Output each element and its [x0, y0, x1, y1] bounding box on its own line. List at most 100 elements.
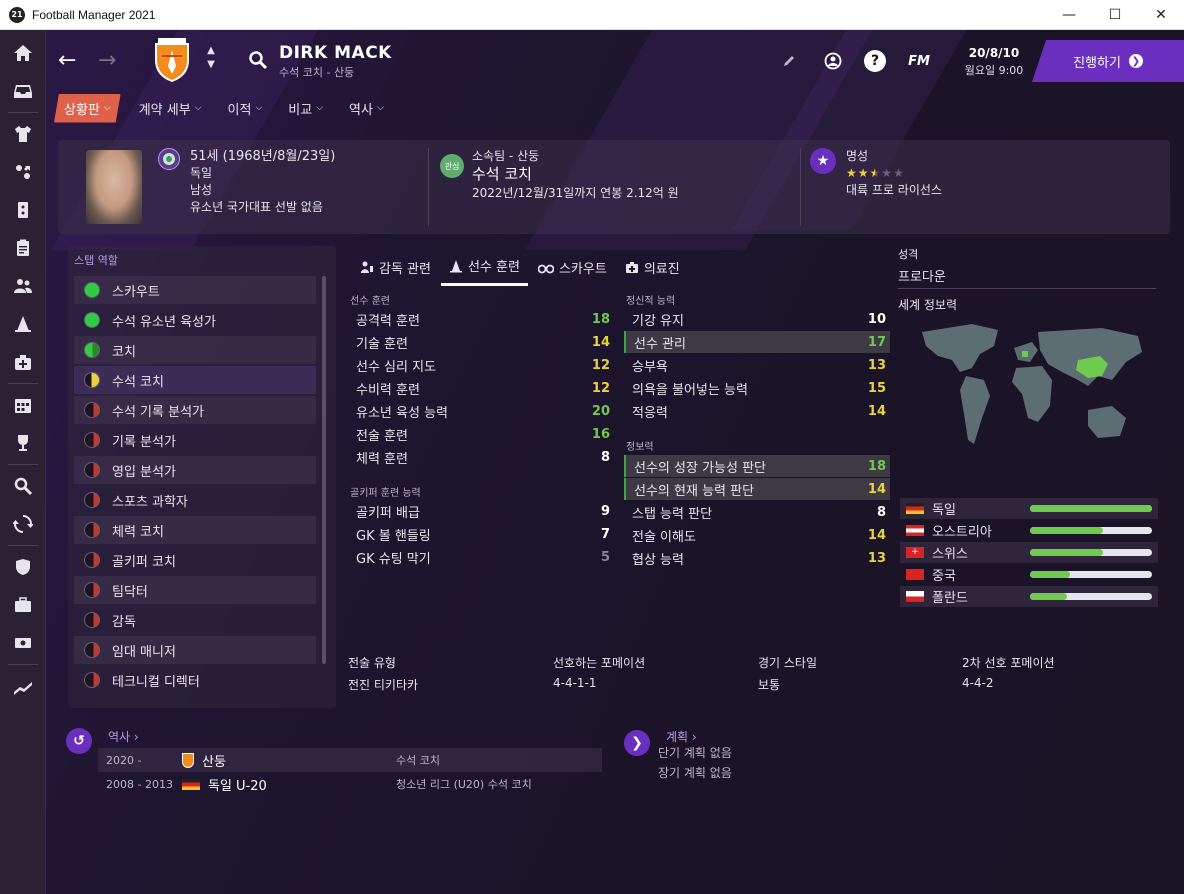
tactics-board-icon[interactable]: [0, 191, 46, 229]
scouting-search-icon[interactable]: [0, 467, 46, 505]
attribute-row[interactable]: 공격력 훈련 18: [348, 308, 614, 330]
minimize-button[interactable]: —: [1046, 0, 1092, 30]
attribute-row[interactable]: 전술 훈련 16: [348, 423, 614, 445]
close-button[interactable]: ✕: [1138, 0, 1184, 30]
attribute-row[interactable]: 수비력 훈련 12: [348, 377, 614, 399]
role-row[interactable]: 수석 기록 분석가: [74, 396, 316, 424]
staff-people-icon[interactable]: [0, 267, 46, 305]
switch-person-arrows-icon[interactable]: ▲ ▼: [204, 44, 218, 72]
attribute-row[interactable]: 골키퍼 배급 9: [348, 500, 614, 522]
attribute-row[interactable]: 체력 훈련 8: [348, 446, 614, 468]
dynamics-icon[interactable]: [0, 153, 46, 191]
nation-name: 오스트리아: [932, 525, 992, 540]
subnav-transfer[interactable]: 이적 ⌵: [220, 95, 271, 122]
attribute-row[interactable]: 협상 능력 13: [624, 547, 890, 569]
attribute-value: 12: [591, 380, 610, 396]
role-row[interactable]: 임대 매니저: [74, 636, 316, 664]
attribute-label: 공격력 훈련: [356, 313, 420, 329]
search-icon[interactable]: [248, 50, 268, 70]
nation-name: 폴란드: [932, 591, 968, 606]
subnav-history[interactable]: 역사 ⌵: [341, 95, 392, 122]
role-suitability-dot: [84, 432, 100, 448]
subnav-contract[interactable]: 계약 세부 ⌵: [131, 95, 210, 122]
maximize-button[interactable]: ☐: [1092, 0, 1138, 30]
tactic-style-label: 전술 유형: [348, 656, 396, 670]
role-row[interactable]: 기록 분석가: [74, 426, 316, 454]
long-term-plan: 장기 계획 없음: [658, 766, 732, 780]
role-row[interactable]: 체력 코치: [74, 516, 316, 544]
squad-shirt-icon[interactable]: [0, 115, 46, 153]
attribute-row[interactable]: 기술 훈련 14: [348, 331, 614, 353]
attribute-row[interactable]: 스탭 능력 판단 8: [624, 501, 890, 523]
history-row[interactable]: 2020 - 산둥 수석 코치: [98, 748, 602, 772]
data-hub-chart-icon[interactable]: [0, 667, 46, 705]
role-row[interactable]: 골키퍼 코치: [74, 546, 316, 574]
attribute-row[interactable]: 선수 관리 17: [624, 331, 890, 353]
role-row[interactable]: 수석 코치: [74, 366, 316, 394]
short-term-plan: 단기 계획 없음: [658, 746, 732, 760]
tab-training[interactable]: 선수 훈련: [440, 252, 528, 286]
role-label: 기록 분석가: [112, 434, 176, 450]
medical-icon[interactable]: [0, 343, 46, 381]
tab-scouting[interactable]: 스카우트: [530, 252, 615, 286]
role-row[interactable]: 스카우트: [74, 276, 316, 304]
nation-row[interactable]: 독일: [900, 498, 1158, 519]
fm-menu-icon[interactable]: FM: [906, 50, 932, 72]
role-label: 수석 코치: [112, 374, 164, 390]
inbox-icon[interactable]: [0, 72, 46, 110]
dev-centre-icon[interactable]: [0, 624, 46, 662]
subnav-overview[interactable]: 상황판 ⌵: [54, 94, 121, 123]
role-row[interactable]: 코치: [74, 336, 316, 364]
history-icon[interactable]: ↺: [66, 728, 92, 754]
continue-button[interactable]: 진행하기 ❯: [1032, 40, 1184, 82]
subnav-compare[interactable]: 비교 ⌵: [280, 95, 331, 122]
attribute-row[interactable]: 선수의 성장 가능성 판단 18: [624, 455, 890, 477]
attribute-row[interactable]: GK 슈팅 막기 5: [348, 546, 614, 568]
edit-pencil-icon[interactable]: [778, 50, 800, 72]
attribute-row[interactable]: 기강 유지 10: [624, 308, 890, 330]
club-shield-icon[interactable]: [0, 548, 46, 586]
forward-arrow-icon[interactable]: →: [98, 48, 116, 73]
finances-briefcase-icon[interactable]: [0, 586, 46, 624]
attribute-row[interactable]: 의욕을 불어넣는 능력 15: [624, 377, 890, 399]
nation-row[interactable]: 중국: [900, 564, 1158, 585]
role-row[interactable]: 감독: [74, 606, 316, 634]
role-row[interactable]: 스포츠 과학자: [74, 486, 316, 514]
plans-link[interactable]: 계획 ›: [666, 728, 697, 745]
tab-medical[interactable]: 의료진: [617, 252, 688, 286]
reputation-star-icon: ★: [810, 148, 836, 174]
game-date[interactable]: 20/8/10 월요일 9:00: [958, 46, 1030, 78]
attribute-row[interactable]: GK 볼 핸들링 7: [348, 523, 614, 545]
attribute-row[interactable]: 적응력 14: [624, 400, 890, 422]
attribute-row[interactable]: 승부욕 13: [624, 354, 890, 376]
attribute-row[interactable]: 유소년 육성 능력 20: [348, 400, 614, 422]
competitions-trophy-icon[interactable]: [0, 424, 46, 462]
attribute-row[interactable]: 선수의 현재 능력 판단 14: [624, 478, 890, 500]
nation-row[interactable]: 폴란드: [900, 586, 1158, 607]
history-link[interactable]: 역사 ›: [108, 728, 139, 745]
role-row[interactable]: 팀닥터: [74, 576, 316, 604]
switzerland-flag-icon: +: [906, 547, 924, 558]
transfers-cycle-icon[interactable]: [0, 505, 46, 543]
training-cone-icon[interactable]: [0, 305, 46, 343]
history-team-name: 산둥: [202, 754, 226, 770]
roles-scrollbar[interactable]: [322, 276, 326, 664]
nation-row[interactable]: 오스트리아: [900, 520, 1158, 541]
nation-row[interactable]: + 스위스: [900, 542, 1158, 563]
plans-chevron-icon[interactable]: ❯: [624, 730, 650, 756]
attribute-row[interactable]: 전술 이해도 14: [624, 524, 890, 546]
home-icon[interactable]: [0, 34, 46, 72]
reports-clipboard-icon[interactable]: [0, 229, 46, 267]
history-row[interactable]: 2008 - 2013 독일 U-20 청소년 리그 (U20) 수석 코치: [98, 772, 602, 796]
attribute-row[interactable]: 선수 심리 지도 12: [348, 354, 614, 376]
attribute-value: 5: [600, 549, 610, 565]
role-row[interactable]: 영입 분석가: [74, 456, 316, 484]
role-row[interactable]: 수석 유소년 육성가: [74, 306, 316, 334]
schedule-calendar-icon[interactable]: [0, 386, 46, 424]
tab-manager[interactable]: 감독 관련: [352, 252, 439, 286]
attribute-tabs: 감독 관련 선수 훈련 스카우트 의료진: [352, 252, 688, 286]
social-network-icon[interactable]: [822, 50, 844, 72]
back-arrow-icon[interactable]: ←: [58, 48, 76, 73]
role-row[interactable]: 테크니컬 디렉터: [74, 666, 316, 694]
help-icon[interactable]: ?: [864, 50, 886, 72]
